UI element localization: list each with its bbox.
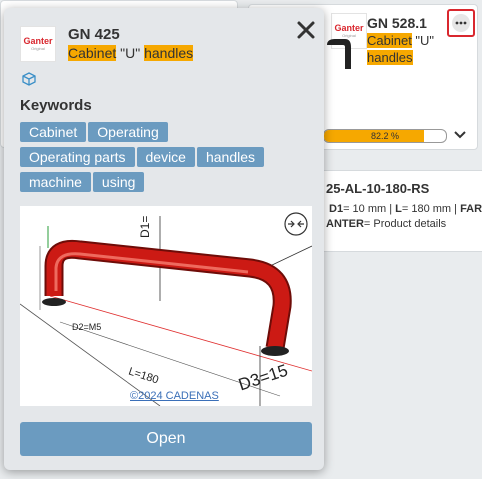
right-foot	[261, 346, 289, 356]
row-specs: D1= 10 mm | L= 180 mm | FAR	[329, 203, 482, 215]
keyword-tag[interactable]: device	[136, 147, 195, 167]
product-drawing: D1= D2=M5 L=180 D3=15 ©2024 CADENAS	[20, 206, 312, 406]
keyword-tag[interactable]: Operating	[88, 122, 168, 142]
keywords-heading: Keywords	[20, 97, 92, 114]
keyword-tag[interactable]: Cabinet	[20, 122, 87, 142]
product-popup: Ganter Original GN 425 Cabinet "U" handl…	[4, 8, 324, 470]
row-details: ANTER= Product details	[326, 218, 447, 230]
ganter-logo: Ganter Original	[20, 26, 56, 62]
match-progress-bar: 82.2 %	[323, 129, 447, 143]
more-options-button[interactable]	[447, 9, 475, 37]
popup-product-title: Cabinet "U" handles	[68, 45, 194, 61]
close-icon	[297, 21, 315, 39]
left-foot	[42, 298, 66, 306]
3d-cube-icon[interactable]	[22, 72, 36, 91]
keyword-tag[interactable]: Operating parts	[20, 147, 135, 167]
copyright-link[interactable]: ©2024 CADENAS	[130, 390, 219, 402]
keyword-tag[interactable]: handles	[196, 147, 265, 167]
product-thumbnail	[325, 37, 353, 73]
row-code: 25-AL-10-180-RS	[326, 181, 430, 196]
dim-d2: D2=M5	[72, 322, 102, 332]
popup-product-code: GN 425	[68, 26, 120, 43]
product-code: GN 528.1	[367, 15, 427, 31]
keyword-tags: Cabinet Operating Operating parts device ha…	[20, 122, 310, 197]
more-icon	[452, 14, 470, 32]
dim-d1: D1=	[138, 215, 152, 238]
expand-chevron-icon[interactable]	[453, 127, 467, 145]
open-button[interactable]: Open	[20, 422, 312, 456]
keyword-tag[interactable]: using	[92, 172, 145, 192]
product-title: Cabinet "U" handles	[367, 33, 435, 65]
close-button[interactable]	[296, 20, 320, 44]
keyword-tag[interactable]: machine	[20, 172, 91, 192]
handle-thumbnail-icon	[327, 39, 351, 69]
match-progress-text: 82.2 %	[370, 131, 400, 141]
